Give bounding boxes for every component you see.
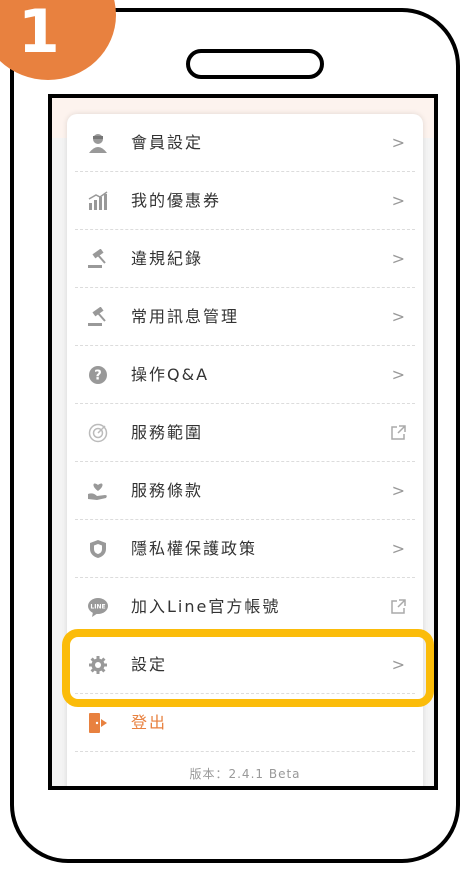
- target-icon: [87, 422, 109, 444]
- menu-item-label: 違規紀錄: [131, 249, 204, 268]
- logout-icon: [87, 712, 109, 734]
- menu-item-line-official[interactable]: LINE 加入Line官方帳號: [67, 578, 423, 636]
- external-link-icon: [389, 598, 407, 616]
- external-link-icon: [389, 424, 407, 442]
- menu-item-service-area[interactable]: 服務範圍: [67, 404, 423, 462]
- app-version: 版本：2.4.1 Beta: [189, 767, 301, 781]
- member-icon: [87, 132, 109, 154]
- gavel-icon: [87, 248, 109, 270]
- svg-text:?: ?: [94, 369, 102, 384]
- menu-item-member-settings[interactable]: 會員設定 >: [67, 114, 423, 172]
- coupon-chart-icon: [87, 190, 109, 212]
- help-icon: ?: [87, 364, 109, 386]
- menu-item-label: 常用訊息管理: [131, 307, 240, 326]
- menu-item-label: 會員設定: [131, 133, 204, 152]
- settings-highlight-frame: [62, 629, 434, 707]
- menu-item-violation-records[interactable]: 違規紀錄 >: [67, 230, 423, 288]
- menu-item-privacy-policy[interactable]: 隱私權保護政策 >: [67, 520, 423, 578]
- chevron-right-icon: >: [391, 365, 405, 384]
- shield-icon: [87, 538, 109, 560]
- menu-item-label: 操作Q&A: [131, 365, 210, 384]
- chevron-right-icon: >: [391, 249, 405, 268]
- gavel-icon: [87, 306, 109, 328]
- chevron-right-icon: >: [391, 539, 405, 558]
- menu-item-qa[interactable]: ? 操作Q&A >: [67, 346, 423, 404]
- menu-item-terms-of-service[interactable]: 服務條款 >: [67, 462, 423, 520]
- menu-item-label: 服務範圍: [131, 423, 204, 442]
- heart-hand-icon: [87, 480, 109, 502]
- step-badge: 1: [0, 0, 116, 80]
- menu-item-common-messages[interactable]: 常用訊息管理 >: [67, 288, 423, 346]
- chevron-right-icon: >: [391, 191, 405, 210]
- phone-speaker: [186, 49, 324, 79]
- menu-item-my-coupons[interactable]: 我的優惠券 >: [67, 172, 423, 230]
- svg-text:LINE: LINE: [90, 604, 105, 611]
- menu-item-label: 隱私權保護政策: [131, 539, 258, 558]
- line-icon: LINE: [87, 596, 109, 618]
- step-number: 1: [18, 0, 60, 67]
- chevron-right-icon: >: [391, 481, 405, 500]
- menu-item-label: 我的優惠券: [131, 191, 222, 210]
- chevron-right-icon: >: [391, 307, 405, 326]
- menu-item-label: 服務條款: [131, 481, 204, 500]
- chevron-right-icon: >: [391, 133, 405, 152]
- menu-item-label: 加入Line官方帳號: [131, 597, 281, 616]
